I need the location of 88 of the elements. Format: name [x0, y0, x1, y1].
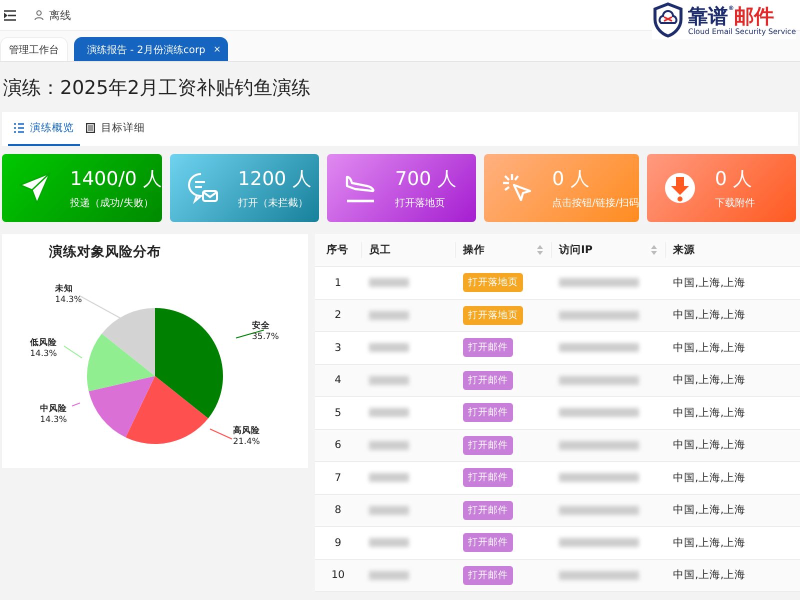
row-number: 2: [334, 309, 342, 322]
stat-label: 打开（未拦截）: [238, 196, 309, 210]
slice-label: 高风险: [233, 426, 260, 436]
action-tag: 打开邮件: [463, 566, 513, 585]
source-location: 中国,上海,上海: [672, 373, 747, 388]
slice-value: 14.3%: [30, 349, 58, 359]
row-number: 6: [334, 439, 342, 452]
blurred-name: [369, 473, 409, 482]
blurred-name: [369, 538, 409, 548]
stat-value: 1400/0 人: [70, 167, 162, 192]
document-icon: [86, 123, 95, 133]
source-location: 中国,上海,上海: [672, 308, 747, 322]
stat-value: 0 人: [714, 167, 754, 192]
source-location: 中国,上海,上海: [672, 340, 747, 355]
stat-label: 打开落地页: [395, 196, 446, 210]
source-location: 中国,上海,上海: [672, 568, 747, 582]
menu-icon[interactable]: [4, 10, 16, 20]
action-tag: 打开邮件: [463, 533, 513, 552]
blurred-name: [369, 376, 409, 385]
list-icon: [14, 123, 24, 133]
source-location: 中国,上海,上海: [672, 536, 747, 550]
brand-name: 靠谱: [688, 4, 728, 26]
leader-line: [210, 428, 232, 440]
chat-mail-icon: [186, 171, 220, 205]
view-tab[interactable]: 目标详细: [80, 112, 151, 146]
action-tag: 打开落地页: [463, 273, 523, 292]
blurred-name: [369, 570, 409, 580]
stat-label: 点击按钮/链接/扫码: [552, 196, 639, 210]
sort-icon[interactable]: [651, 245, 657, 255]
close-icon[interactable]: ×: [213, 44, 221, 54]
slice-label: 中风险: [40, 404, 67, 414]
blurred-name: [369, 506, 409, 515]
column-header: 访问IP: [559, 243, 593, 257]
stat-value: 0 人: [552, 167, 590, 192]
row-number: 4: [334, 374, 342, 386]
leader-line: [72, 402, 80, 406]
action-tag: 打开邮件: [463, 500, 513, 520]
page-title: 演练：2025年2月工资补贴钓鱼演练: [3, 76, 312, 101]
column-header: 序号: [326, 243, 348, 257]
blurred-name: [369, 408, 409, 418]
source-location: 中国,上海,上海: [672, 470, 747, 485]
stat-label: 投递（成功/失败）: [70, 196, 154, 210]
paper-plane-icon: [18, 171, 52, 205]
connection-status: 离线: [49, 8, 71, 22]
action-tag: 打开邮件: [463, 468, 513, 488]
stat-value: 1200 人: [238, 167, 312, 192]
slice-label: 安全: [252, 321, 270, 331]
blurred-name: [369, 278, 409, 288]
blurred-name: [369, 310, 409, 320]
column-header: 来源: [673, 243, 695, 257]
slice-value: 35.7%: [252, 332, 280, 342]
source-location: 中国,上海,上海: [672, 406, 747, 420]
shield-cloud-icon: [652, 2, 684, 38]
action-tag: 打开邮件: [463, 370, 513, 390]
download-icon: [662, 171, 697, 205]
slice-label: 未知: [55, 284, 73, 294]
brand-product: 邮件: [734, 4, 774, 26]
row-number: 8: [334, 504, 342, 516]
slice-value: 21.4%: [233, 437, 260, 447]
blurred-name: [369, 343, 409, 352]
tab[interactable]: 管理工作台: [0, 37, 68, 61]
slice-label: 低风险: [30, 338, 57, 348]
chart-title: 演练对象风险分布: [49, 244, 161, 260]
leader-line: [64, 346, 82, 358]
column-header: 员工: [369, 243, 391, 257]
row-number: 7: [334, 472, 342, 484]
user-icon: [34, 10, 44, 20]
slice-value: 14.3%: [40, 415, 68, 425]
row-number: 9: [334, 536, 342, 549]
source-location: 中国,上海,上海: [672, 276, 747, 290]
tab[interactable]: 演练报告 - 2月份演练corp ×: [74, 37, 228, 61]
action-tag: 打开邮件: [463, 338, 513, 358]
action-tag: 打开落地页: [463, 306, 523, 325]
source-location: 中国,上海,上海: [672, 503, 747, 518]
source-location: 中国,上海,上海: [672, 438, 747, 452]
action-tag: 打开邮件: [463, 403, 513, 422]
slice-value: 14.3%: [55, 295, 82, 305]
row-number: 1: [334, 276, 342, 289]
row-number: 10: [330, 569, 346, 582]
leader-line: [80, 296, 122, 320]
stat-label: 下载附件: [714, 196, 755, 210]
sort-icon[interactable]: [537, 245, 543, 255]
action-tag: 打开邮件: [463, 436, 513, 455]
row-number: 5: [334, 406, 342, 419]
blurred-name: [369, 440, 409, 450]
row-number: 3: [334, 342, 342, 354]
column-header: 操作: [463, 243, 485, 257]
stat-value: 700 人: [395, 167, 456, 192]
